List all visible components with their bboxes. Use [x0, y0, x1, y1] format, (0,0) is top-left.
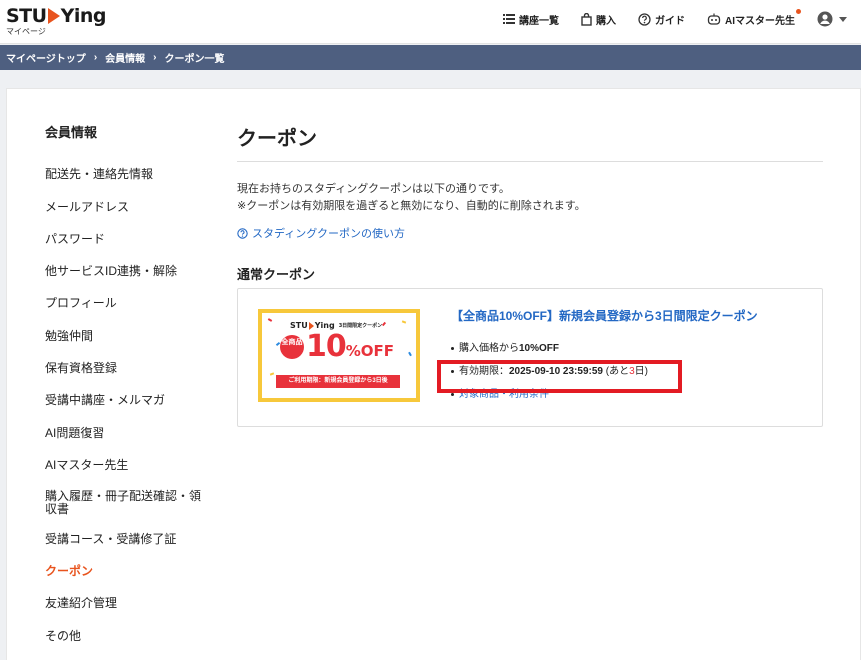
- coupon-discount-line: 購入価格から10%OFF: [445, 343, 648, 355]
- logo-subtitle: マイページ: [6, 27, 46, 36]
- sidebar-item-purchase-history-line2: 収書: [45, 502, 70, 516]
- section-title: 通常クーポン: [237, 267, 316, 282]
- sidebar-item-ai-review[interactable]: AI問題復習: [45, 427, 104, 440]
- help-circle-icon: [237, 227, 248, 239]
- nav-purchase[interactable]: 購入: [581, 12, 616, 27]
- confetti-decoration: [401, 320, 407, 324]
- account-menu[interactable]: [817, 11, 847, 27]
- page-title: クーポン: [237, 128, 317, 150]
- coupon-howto-label: スタディングクーポンの使い方: [252, 228, 406, 240]
- breadcrumb-separator-icon: ›: [93, 52, 98, 63]
- coupon-card: STU Ying 3日間限定クーポン 全商品 10%OFF ご利用期限：新規会員登…: [237, 288, 823, 427]
- breadcrumb-current: クーポン一覧: [164, 54, 225, 65]
- bullet-icon: [451, 393, 454, 396]
- coupon-howto-link[interactable]: スタディングクーポンの使い方: [237, 225, 405, 241]
- sidebar-item-shipping[interactable]: 配送先・連絡先情報: [45, 168, 153, 181]
- sidebar-item-study-friends[interactable]: 勉強仲間: [45, 330, 93, 343]
- confetti-decoration: [408, 351, 412, 357]
- expiry-highlight-box: [437, 360, 682, 393]
- bullet-icon: [451, 347, 454, 350]
- header-nav: 講座一覧 購入 ガイド AIマスター先生: [481, 8, 847, 27]
- sidebar-item-password[interactable]: パスワード: [45, 233, 105, 246]
- breadcrumb-separator-icon: ›: [153, 52, 157, 63]
- nav-guide[interactable]: ガイド: [638, 12, 685, 27]
- chevron-down-icon: [839, 16, 847, 22]
- coupon-price-prefix: 購入価格から: [459, 343, 519, 354]
- breadcrumb-member-info[interactable]: 会員情報: [105, 50, 145, 65]
- breadcrumb: マイページトップ › 会員情報 › クーポン一覧: [0, 45, 861, 70]
- description-line2: ※クーポンは有効期限を過ぎると無効になり、自動的に削除されます。: [237, 200, 586, 212]
- page-description: 現在お持ちのスタディングクーポンは以下の通りです。 ※クーポンは有効期限を過ぎる…: [237, 181, 586, 215]
- content-panel: 会員情報 配送先・連絡先情報 メールアドレス パスワード 他サービスID連携・解…: [6, 88, 861, 660]
- coupon-discount-unit: %OFF: [345, 342, 395, 360]
- sidebar-item-purchase-history[interactable]: 購入履歴・冊子配送確認・領 収書: [45, 490, 201, 516]
- notification-dot: [796, 8, 801, 14]
- logo-play-icon: [47, 8, 60, 24]
- sidebar-item-id-link[interactable]: 他サービスID連携・解除: [45, 265, 177, 278]
- help-circle-icon: [638, 12, 651, 26]
- sidebar-item-qualifications[interactable]: 保有資格登録: [45, 362, 117, 375]
- coupon-brand-tag: 3日間限定クーポン: [338, 323, 383, 329]
- nav-ai-master[interactable]: AIマスター先生: [707, 8, 801, 27]
- sidebar-item-courses-newsletter[interactable]: 受講中講座・メルマガ: [45, 394, 165, 407]
- coupon-discount: 10%OFF: [306, 329, 394, 364]
- sidebar-item-email[interactable]: メールアドレス: [45, 201, 129, 214]
- sidebar-item-course-certificate[interactable]: 受講コース・受講修了証: [45, 533, 176, 546]
- user-avatar-icon: [817, 11, 833, 27]
- title-divider: [237, 161, 823, 162]
- coupon-validity-strip: ご利用期限：新規会員登録から3日後: [276, 375, 400, 388]
- breadcrumb-mypage-top[interactable]: マイページトップ: [6, 50, 86, 65]
- nav-purchase-label: 購入: [596, 15, 616, 27]
- nav-courses[interactable]: 講座一覧: [503, 12, 559, 27]
- sidebar-item-ai-master[interactable]: AIマスター先生: [45, 459, 128, 472]
- list-icon: [503, 14, 515, 24]
- sidebar-item-profile[interactable]: プロフィール: [45, 297, 117, 310]
- studying-logo[interactable]: STU Ying マイページ: [6, 6, 106, 36]
- nav-courses-label: 講座一覧: [519, 15, 559, 27]
- sidebar-item-other[interactable]: その他: [45, 630, 81, 643]
- logo-text-right: Ying: [60, 5, 107, 27]
- logo-text-left: STU: [6, 5, 47, 27]
- sidebar-title: 会員情報: [45, 125, 98, 140]
- coupon-image: STU Ying 3日間限定クーポン 全商品 10%OFF ご利用期限：新規会員登…: [258, 309, 420, 402]
- top-header: STU Ying マイページ 講座一覧 購入 ガイド AIマスター先生: [0, 0, 861, 44]
- coupon-discount-number: 10: [306, 329, 347, 364]
- confetti-decoration: [381, 321, 387, 327]
- sidebar-item-coupon[interactable]: クーポン: [45, 565, 93, 578]
- nav-ai-master-label: AIマスター先生: [725, 15, 795, 27]
- coupon-badge: 全商品: [280, 335, 304, 359]
- shopping-bag-icon: [581, 12, 592, 26]
- confetti-decoration: [269, 372, 275, 376]
- confetti-decoration: [267, 318, 273, 322]
- nav-guide-label: ガイド: [655, 15, 685, 27]
- robot-icon: [707, 13, 721, 25]
- sidebar-item-referral[interactable]: 友達紹介管理: [45, 597, 117, 610]
- description-line1: 現在お持ちのスタディングクーポンは以下の通りです。: [237, 183, 510, 195]
- coupon-price-value: 10%OFF: [519, 343, 560, 354]
- coupon-title-link[interactable]: 【全商品10%OFF】新規会員登録から3日間限定クーポン: [451, 307, 758, 324]
